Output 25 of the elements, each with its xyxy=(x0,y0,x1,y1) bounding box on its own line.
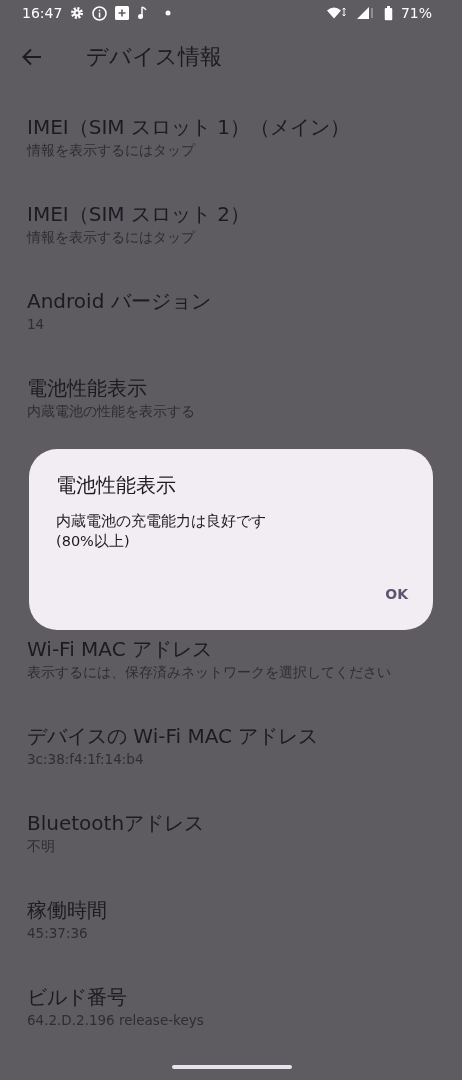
gear-icon xyxy=(70,6,85,20)
setting-title: ビルド番号 xyxy=(27,984,127,1010)
setting-title: 稼働時間 xyxy=(27,897,107,923)
gesture-handle[interactable] xyxy=(172,1065,292,1069)
battery-percent: 71% xyxy=(400,6,432,20)
dialog-title: 電池性能表示 xyxy=(56,472,176,499)
wifi-icon xyxy=(325,6,348,20)
plus-square-icon xyxy=(115,6,130,20)
setting-title: デバイスの Wi-Fi MAC アドレス xyxy=(27,723,319,749)
back-arrow-icon xyxy=(22,48,42,66)
clock: 16:47 xyxy=(22,6,63,20)
setting-title: IMEI（SIM スロット 1）（メイン） xyxy=(27,114,350,140)
setting-title: Android バージョン xyxy=(27,288,211,314)
dot-icon xyxy=(165,10,172,16)
ok-button[interactable]: OK xyxy=(381,580,412,608)
dialog-message: 内蔵電池の充電能力は良好です (80%以上) xyxy=(56,512,266,551)
screen-title: デバイス情報 xyxy=(86,43,222,71)
battery-icon xyxy=(383,5,393,21)
setting-title: Wi-Fi MAC アドレス xyxy=(27,636,212,662)
info-icon xyxy=(92,5,108,21)
setting-title: 電池性能表示 xyxy=(27,375,147,401)
setting-title: IMEI（SIM スロット 2） xyxy=(27,201,250,227)
music-note-icon xyxy=(137,6,148,20)
signal-icon xyxy=(355,6,376,20)
setting-title: Bluetoothアドレス xyxy=(27,810,205,836)
